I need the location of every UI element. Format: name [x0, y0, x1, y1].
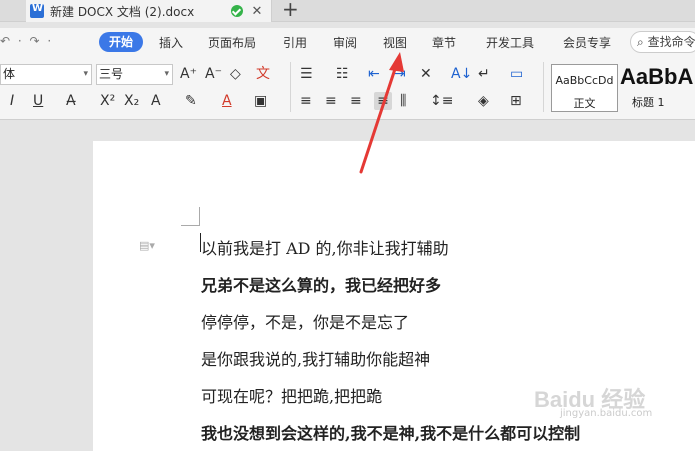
paragraph-layout-icon[interactable]: ▤▾ [139, 239, 159, 252]
close-tab-button[interactable]: ✕ [249, 4, 265, 19]
menu-tab-start[interactable]: 开始 [99, 32, 143, 52]
clear-format-icon[interactable]: ◇ [230, 65, 241, 83]
line-spacing-icon[interactable]: ↕≡ [430, 92, 453, 110]
command-search-label: 查找命令 [647, 35, 695, 49]
ribbon-toolbar: 体 ▾ 三号 ▾ A⁺ A⁻ ◇ 文 I U A̶ X² X₂ A ✎ A ▣ … [0, 56, 695, 120]
document-tab-title: 新建 DOCX 文档 (2).docx [50, 4, 195, 19]
document-line[interactable]: 我也没想到会这样的,我不是神,我不是什么都可以控制 [201, 420, 580, 444]
font-name-select[interactable]: 体 ▾ [0, 64, 92, 85]
style-heading1-label[interactable]: 标题 1 [632, 94, 665, 110]
menu-tab-insert[interactable]: 插入 [159, 34, 183, 51]
search-icon: ⌕ [637, 35, 644, 49]
grow-font-icon[interactable]: A⁺ [180, 65, 197, 83]
menu-tab-developer[interactable]: 开发工具 [486, 34, 534, 51]
menu-tab-page-layout[interactable]: 页面布局 [208, 34, 256, 51]
style-normal-label: 正文 [573, 97, 596, 110]
strikethrough-icon[interactable]: A̶ [66, 92, 76, 110]
menu-bar: ↶ · ↷ · 开始 插入 页面布局 引用 审阅 视图 章节 开发工具 会员专享… [0, 28, 695, 56]
font-color-icon[interactable]: A [222, 92, 232, 110]
highlight-icon[interactable]: ✎ [185, 92, 197, 110]
table-icon[interactable]: ▭ [510, 65, 523, 83]
document-icon [30, 3, 44, 18]
document-line[interactable]: 可现在呢？把把跪,把把跪 [201, 383, 382, 407]
document-line[interactable]: 兄弟不是这么算的，我已经把好多 [201, 272, 441, 296]
margin-marker [199, 207, 200, 225]
chinese-layout-icon[interactable]: ✕ [420, 65, 432, 83]
baidu-watermark-url: jingyan.baidu.com [560, 408, 653, 419]
document-line[interactable]: 是你跟我说的,我打辅助你能超神 [201, 346, 430, 370]
saved-check-icon [231, 5, 243, 17]
text-effect-icon[interactable]: A [151, 92, 161, 110]
font-size-select[interactable]: 三号 ▾ [96, 64, 173, 85]
document-line[interactable]: 以前我是打 AD 的,你非让我打辅助 [201, 235, 449, 259]
align-right-icon[interactable]: ≡ [350, 92, 362, 110]
menu-tab-review[interactable]: 审阅 [333, 34, 357, 51]
wps-writer-window: 新建 DOCX 文档 (2).docx ✕ + ↶ · ↷ · 开始 插入 页面… [0, 0, 695, 451]
undo-redo-icons[interactable]: ↶ · ↷ · [0, 34, 53, 48]
increase-indent-icon[interactable]: ⇥ [394, 65, 406, 83]
align-center-icon[interactable]: ≡ [325, 92, 337, 110]
menu-tab-view[interactable]: 视图 [383, 34, 407, 51]
subscript-icon[interactable]: X₂ [124, 92, 139, 110]
shrink-font-icon[interactable]: A⁻ [205, 65, 222, 83]
menu-tab-references[interactable]: 引用 [283, 34, 307, 51]
chevron-down-icon: ▾ [164, 69, 169, 79]
italic-icon[interactable]: I [10, 92, 14, 110]
style-normal-sample: AaBbCcDd [555, 74, 614, 87]
align-left-icon[interactable]: ≡ [300, 92, 312, 110]
char-border-icon[interactable]: ▣ [254, 92, 267, 110]
style-normal[interactable]: AaBbCcDd 正文 [551, 64, 618, 112]
document-tab[interactable]: 新建 DOCX 文档 (2).docx ✕ [26, 0, 272, 22]
new-tab-button[interactable]: + [282, 0, 299, 21]
document-line[interactable]: 停停停，不是，你是不是忘了 [201, 309, 409, 333]
title-bar: 新建 DOCX 文档 (2).docx ✕ + [0, 0, 695, 22]
ribbon-separator [290, 62, 291, 112]
chevron-down-icon: ▾ [83, 69, 88, 79]
sort-icon[interactable]: A↓ [451, 65, 472, 83]
bullet-list-icon[interactable]: ☰ [300, 65, 313, 83]
font-size-value: 三号 [99, 67, 124, 81]
show-marks-icon[interactable]: ↵ [478, 65, 490, 83]
distributed-icon[interactable]: ⫼ [400, 92, 406, 110]
ribbon-separator [543, 62, 544, 112]
phonetic-guide-icon[interactable]: 文 [256, 65, 270, 83]
command-search[interactable]: ⌕ 查找命令 [630, 31, 695, 53]
margin-marker [181, 225, 200, 226]
style-heading1-sample[interactable]: AaBbA [620, 64, 693, 90]
borders-icon[interactable]: ⊞ [510, 92, 522, 110]
decrease-indent-icon[interactable]: ⇤ [368, 65, 380, 83]
menu-tab-chapter[interactable]: 章节 [432, 34, 456, 51]
numbered-list-icon[interactable]: ☷ [336, 65, 349, 83]
menu-tab-member[interactable]: 会员专享 [563, 34, 611, 51]
justify-icon[interactable]: ≡ [374, 92, 392, 110]
underline-icon[interactable]: U [33, 92, 43, 110]
superscript-icon[interactable]: X² [100, 92, 115, 110]
shading-icon[interactable]: ◈ [478, 92, 489, 110]
font-name-value: 体 [3, 67, 16, 81]
